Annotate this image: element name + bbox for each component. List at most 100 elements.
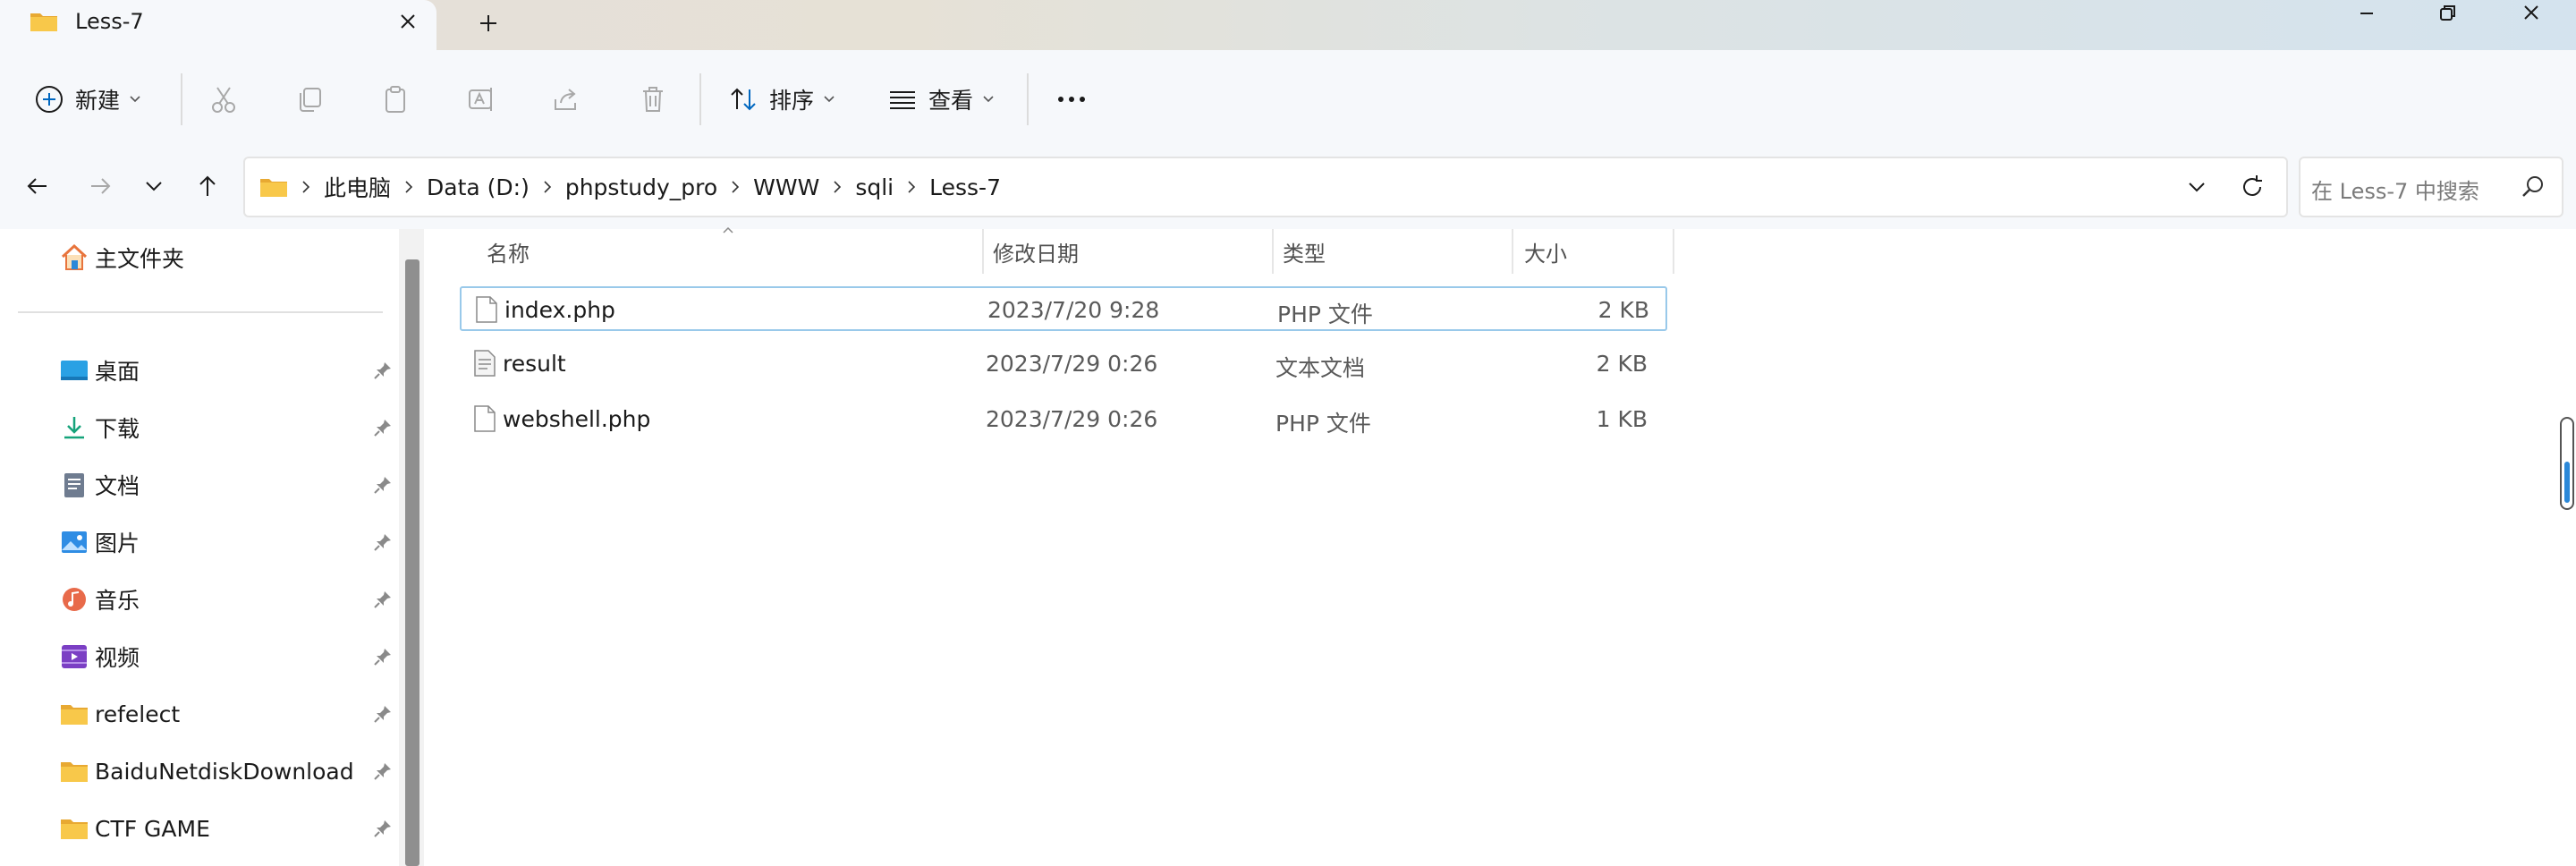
restore-icon — [2440, 5, 2455, 21]
column-header-name[interactable]: 名称 — [487, 229, 530, 274]
breadcrumb-sqli[interactable]: sqli — [855, 174, 894, 200]
sidebar-item-label: refelect — [95, 700, 181, 727]
minimize-button[interactable] — [2327, 0, 2406, 27]
cut-button[interactable] — [208, 77, 240, 122]
address-history-button[interactable] — [2179, 169, 2215, 205]
clipboard-icon — [386, 86, 405, 113]
sidebar-item-home[interactable]: 主文件夹 — [59, 242, 184, 274]
search-placeholder: 在 Less-7 中搜索 — [2311, 179, 2479, 204]
back-button[interactable] — [18, 166, 57, 206]
sidebar-item-label: 桌面 — [95, 359, 140, 385]
folder-icon — [29, 9, 59, 34]
pin-icon — [374, 820, 391, 837]
breadcrumb-data-drive[interactable]: Data (D:) — [427, 174, 530, 200]
column-header-label: 大小 — [1524, 241, 1567, 267]
chevron-right-icon — [301, 179, 311, 195]
close-window-button[interactable] — [2492, 0, 2571, 27]
desktop-icon — [61, 361, 88, 380]
pictures-icon — [62, 531, 87, 553]
file-type: PHP 文件 — [1275, 411, 1371, 437]
copy-button[interactable] — [293, 77, 326, 122]
close-tab-button[interactable] — [390, 4, 426, 39]
file-list: 名称 修改日期 类型 大小 index.php 2023/7/20 9:28 P… — [424, 226, 2576, 866]
forward-button[interactable] — [80, 166, 120, 206]
breadcrumb-phpstudy-pro[interactable]: phpstudy_pro — [565, 174, 717, 200]
plus-icon — [480, 15, 496, 31]
arrow-up-icon — [199, 175, 216, 196]
column-separator[interactable] — [1272, 229, 1274, 274]
sidebar-scrollbar-thumb[interactable] — [405, 259, 419, 866]
file-type: PHP 文件 — [1277, 301, 1373, 327]
sidebar-item-refelect[interactable]: refelect — [59, 692, 399, 735]
divider — [18, 311, 383, 313]
address-bar[interactable]: 此电脑 Data (D:) phpstudy_pro WWW sqli Less… — [243, 157, 2288, 217]
breadcrumb: 此电脑 Data (D:) phpstudy_pro WWW sqli Less… — [259, 158, 1001, 216]
pin-icon — [374, 706, 391, 723]
column-separator[interactable] — [982, 229, 984, 274]
file-list-scrollbar[interactable] — [2560, 417, 2574, 510]
refresh-button[interactable] — [2234, 169, 2270, 205]
file-icon — [474, 405, 496, 432]
breadcrumb-this-pc[interactable]: 此电脑 — [324, 171, 391, 203]
restore-button[interactable] — [2408, 0, 2487, 27]
sidebar-item-music[interactable]: 音乐 — [59, 578, 399, 621]
column-separator[interactable] — [1512, 229, 1513, 274]
column-separator[interactable] — [1673, 229, 1674, 274]
rename-button[interactable] — [465, 77, 497, 122]
more-options-button[interactable] — [1054, 77, 1089, 122]
recent-locations-button[interactable] — [134, 166, 174, 206]
file-name[interactable]: result — [503, 351, 566, 377]
table-row[interactable]: index.php 2023/7/20 9:28 PHP 文件 2 KB — [460, 286, 1667, 331]
column-header-type[interactable]: 类型 — [1283, 229, 1326, 274]
file-type: 文本文档 — [1275, 355, 1366, 381]
chevron-down-icon — [983, 96, 994, 103]
table-row[interactable]: webshell.php 2023/7/29 0:26 PHP 文件 1 KB — [460, 397, 1667, 442]
sort-button[interactable]: 排序 — [728, 77, 835, 122]
file-modified: 2023/7/29 0:26 — [986, 351, 1158, 377]
sidebar-item-ctf-game[interactable]: CTF GAME — [59, 807, 399, 850]
sidebar-item-videos[interactable]: 视频 — [59, 635, 399, 678]
sidebar-item-label: 视频 — [95, 645, 140, 671]
tab-less-7[interactable]: Less-7 — [0, 0, 436, 50]
column-header-modified[interactable]: 修改日期 — [993, 229, 1079, 274]
view-button[interactable]: 查看 — [887, 77, 995, 122]
sidebar-item-documents[interactable]: 文档 — [59, 463, 399, 506]
pin-icon — [374, 477, 391, 494]
chevron-down-icon — [146, 182, 162, 191]
sidebar-item-desktop[interactable]: 桌面 — [59, 349, 399, 392]
file-name[interactable]: index.php — [504, 297, 615, 323]
view-label: 查看 — [928, 88, 974, 114]
pin-icon — [374, 763, 391, 780]
sidebar-item-pictures[interactable]: 图片 — [59, 521, 399, 564]
close-icon — [2524, 5, 2538, 20]
column-header-label: 名称 — [487, 241, 530, 267]
file-modified: 2023/7/20 9:28 — [987, 297, 1160, 323]
sort-ascending-icon — [723, 226, 733, 233]
file-modified: 2023/7/29 0:26 — [986, 406, 1158, 432]
new-label: 新建 — [75, 88, 121, 114]
arrow-left-icon — [27, 178, 47, 194]
pin-icon — [374, 591, 391, 608]
table-row[interactable]: result 2023/7/29 0:26 文本文档 2 KB — [460, 342, 1667, 386]
share-button[interactable] — [551, 77, 583, 122]
add-circle-icon — [36, 86, 63, 113]
sidebar-item-baidunetdiskdownload[interactable]: BaiduNetdiskDownload — [59, 750, 399, 793]
paste-button[interactable] — [379, 77, 411, 122]
file-name[interactable]: webshell.php — [503, 406, 650, 432]
sidebar-item-downloads[interactable]: 下载 — [59, 406, 399, 449]
new-button[interactable]: 新建 — [34, 77, 141, 122]
minimize-icon — [2360, 13, 2373, 14]
pin-icon — [374, 362, 391, 379]
column-header-size[interactable]: 大小 — [1524, 229, 1567, 274]
up-button[interactable] — [188, 166, 227, 206]
breadcrumb-less-7[interactable]: Less-7 — [929, 174, 1001, 200]
breadcrumb-www[interactable]: WWW — [753, 174, 819, 200]
delete-button[interactable] — [637, 77, 669, 122]
sidebar-item-label: 文档 — [95, 473, 140, 499]
video-icon — [62, 645, 87, 668]
tab-title: Less-7 — [75, 9, 144, 34]
search-icon[interactable] — [2521, 174, 2546, 200]
new-tab-button[interactable] — [469, 4, 508, 43]
search-box[interactable]: 在 Less-7 中搜索 — [2299, 157, 2563, 217]
command-bar: 新建 排序 查看 — [0, 50, 2576, 145]
